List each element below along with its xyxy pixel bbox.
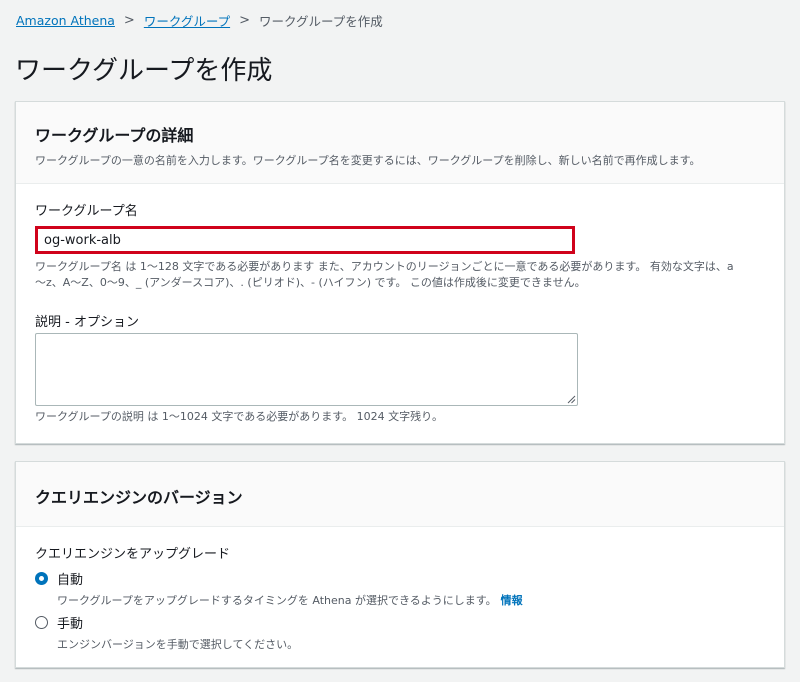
radio-option-manual[interactable]: 手動 エンジンバージョンを手動で選択してください。: [35, 613, 298, 652]
radio-desc-auto: ワークグループをアップグレードするタイミングを Athena が選択できるように…: [57, 592, 523, 608]
workgroup-name-input[interactable]: [35, 226, 575, 254]
breadcrumb-workgroups-link[interactable]: ワークグループ: [144, 11, 230, 30]
query-engine-panel: クエリエンジンのバージョン クエリエンジンをアップグレード 自動 ワークグループ…: [15, 461, 785, 668]
radio-label-manual: 手動: [57, 617, 84, 632]
radio-label-auto: 自動: [57, 573, 84, 588]
panel-title: ワークグループの詳細: [35, 126, 194, 145]
panel-header: クエリエンジンのバージョン: [16, 462, 784, 527]
workgroup-name-help: ワークグループ名 は 1～128 文字である必要があります また、アカウントのリ…: [35, 259, 734, 291]
panel-description: ワークグループの一意の名前を入力します。ワークグループ名を変更するには、ワークグ…: [35, 154, 701, 167]
upgrade-label: クエリエンジンをアップグレード: [35, 547, 231, 562]
panel-title: クエリエンジンのバージョン: [35, 488, 243, 507]
breadcrumb: Amazon Athena > ワークグループ > ワークグループを作成: [16, 11, 383, 30]
page-title: ワークグループを作成: [15, 56, 273, 86]
description-help: ワークグループの説明 は 1～1024 文字である必要があります。 1024 文…: [35, 410, 443, 423]
radio-option-auto[interactable]: 自動 ワークグループをアップグレードするタイミングを Athena が選択できる…: [35, 569, 523, 608]
workgroup-name-label: ワークグループ名: [35, 204, 138, 219]
description-label: 説明 - オプション: [35, 315, 139, 330]
breadcrumb-athena-link[interactable]: Amazon Athena: [16, 13, 115, 28]
radio-desc-manual: エンジンバージョンを手動で選択してください。: [57, 638, 299, 651]
workgroup-details-panel: ワークグループの詳細 ワークグループの一意の名前を入力します。ワークグループ名を…: [15, 101, 785, 444]
breadcrumb-current: ワークグループを作成: [259, 14, 383, 29]
radio-unchecked-icon[interactable]: [35, 616, 48, 629]
info-link[interactable]: 情報: [501, 594, 523, 607]
workgroup-name-help-line2: ～z、A～Z、0～9、_ (アンダースコア)、. (ピリオド)、- (ハイフン)…: [35, 276, 586, 289]
workgroup-name-help-line1: ワークグループ名 は 1～128 文字である必要があります また、アカウントのリ…: [35, 260, 734, 273]
resize-handle-icon[interactable]: [567, 395, 576, 404]
description-textarea[interactable]: [35, 333, 578, 406]
panel-header: ワークグループの詳細 ワークグループの一意の名前を入力します。ワークグループ名を…: [16, 102, 784, 184]
breadcrumb-separator-icon: >: [123, 13, 135, 28]
radio-desc-auto-text: ワークグループをアップグレードするタイミングを Athena が選択できるように…: [57, 594, 497, 607]
radio-checked-icon[interactable]: [35, 572, 48, 585]
breadcrumb-separator-icon: >: [239, 13, 250, 28]
